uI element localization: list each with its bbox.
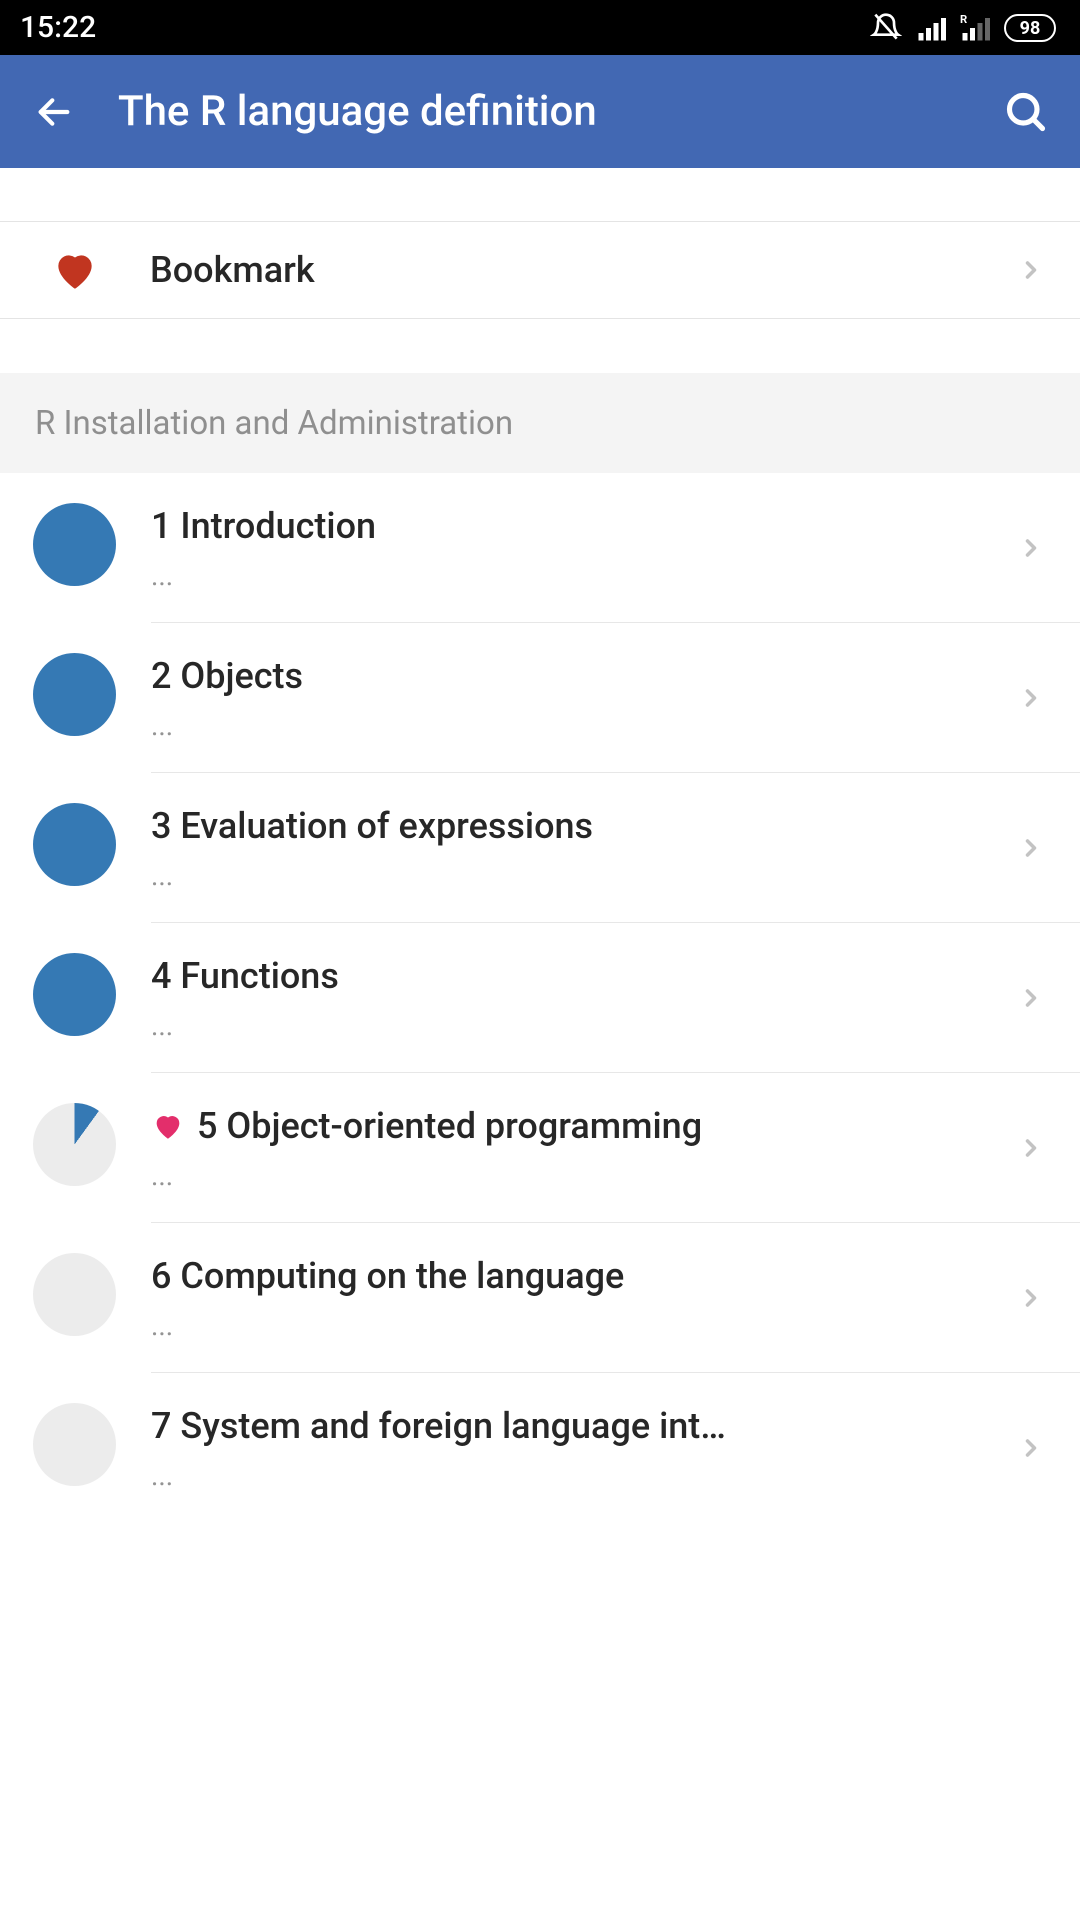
status-bar: 15:22 R 98 (0, 0, 1080, 55)
spacer-top (0, 168, 1080, 222)
list-item[interactable]: 7 System and foreign language interfa…..… (0, 1373, 1080, 1522)
list-item-inner: 2 Objects... (33, 653, 1017, 742)
list-item[interactable]: 1 Introduction... (0, 473, 1080, 622)
item-title: 1 Introduction (151, 505, 376, 547)
item-title: 4 Functions (151, 955, 339, 997)
item-subtitle: ... (151, 559, 1017, 592)
alarm-mute-icon (870, 12, 902, 44)
bookmark-label: Bookmark (150, 249, 1017, 291)
item-subtitle: ... (151, 1459, 1017, 1492)
progress-circle-icon (33, 1103, 116, 1186)
item-text: 1 Introduction... (151, 503, 1017, 592)
item-title-row: 4 Functions (151, 955, 1017, 997)
list-item-inner: 3 Evaluation of expressions... (33, 803, 1017, 892)
item-text: 2 Objects... (151, 653, 1017, 742)
list-item-inner: 1 Introduction... (33, 503, 1017, 592)
list-item-inner: 4 Functions... (33, 953, 1017, 1042)
list-item[interactable]: 2 Objects... (0, 623, 1080, 772)
item-text: 7 System and foreign language interfa…..… (151, 1403, 1017, 1492)
section-header: R Installation and Administration (0, 373, 1080, 473)
chevron-right-icon (1017, 834, 1045, 862)
back-button[interactable] (30, 88, 78, 136)
item-title-row: 2 Objects (151, 655, 1017, 697)
list-item[interactable]: 3 Evaluation of expressions... (0, 773, 1080, 922)
item-title-row: 7 System and foreign language interfa… (151, 1405, 1017, 1447)
chevron-right-icon (1017, 1284, 1045, 1312)
item-subtitle: ... (151, 709, 1017, 742)
svg-text:R: R (960, 13, 967, 26)
item-subtitle: ... (151, 859, 1017, 892)
progress-circle-icon (33, 1253, 116, 1336)
chevron-right-icon (1017, 1134, 1045, 1162)
list-item-inner: 6 Computing on the language... (33, 1253, 1017, 1342)
item-subtitle: ... (151, 1309, 1017, 1342)
search-button[interactable] (1002, 88, 1050, 136)
item-subtitle: ... (151, 1159, 1017, 1192)
heart-small-icon (151, 1109, 185, 1143)
signal-icon-2: R (960, 13, 990, 43)
item-subtitle: ... (151, 1009, 1017, 1042)
item-title: 7 System and foreign language interfa… (151, 1405, 741, 1447)
status-icons: R 98 (870, 12, 1060, 44)
item-title-row: 6 Computing on the language (151, 1255, 1017, 1297)
list-item[interactable]: 5 Object-oriented programming... (0, 1073, 1080, 1222)
item-title-row: 1 Introduction (151, 505, 1017, 547)
page-title: The R language definition (118, 87, 962, 136)
chevron-right-icon (1017, 1434, 1045, 1462)
status-time: 15:22 (20, 10, 96, 45)
list-container: 1 Introduction...2 Objects...3 Evaluatio… (0, 473, 1080, 1522)
chevron-right-icon (1017, 684, 1045, 712)
progress-circle-icon (33, 503, 116, 586)
chevron-right-icon (1017, 256, 1045, 284)
item-title-row: 3 Evaluation of expressions (151, 805, 1017, 847)
search-icon (1004, 90, 1048, 134)
item-title: 6 Computing on the language (151, 1255, 624, 1297)
item-text: 4 Functions... (151, 953, 1017, 1042)
back-arrow-icon (34, 92, 74, 132)
item-text: 5 Object-oriented programming... (151, 1103, 1017, 1192)
battery-icon: 98 (1004, 14, 1060, 42)
item-title: 3 Evaluation of expressions (151, 805, 593, 847)
progress-circle-icon (33, 953, 116, 1036)
item-title: 5 Object-oriented programming (197, 1105, 702, 1147)
list-item[interactable]: 4 Functions... (0, 923, 1080, 1072)
progress-circle-icon (33, 1403, 116, 1486)
progress-circle-icon (33, 803, 116, 886)
app-bar: The R language definition (0, 55, 1080, 168)
list-item-inner: 5 Object-oriented programming... (33, 1103, 1017, 1192)
spacer-gap (0, 319, 1080, 373)
list-item-inner: 7 System and foreign language interfa…..… (33, 1403, 1017, 1492)
content: Bookmark R Installation and Administrati… (0, 168, 1080, 1522)
signal-icon-1 (916, 13, 946, 43)
item-text: 3 Evaluation of expressions... (151, 803, 1017, 892)
bookmark-row[interactable]: Bookmark (0, 222, 1080, 319)
progress-circle-icon (33, 653, 116, 736)
svg-text:98: 98 (1020, 18, 1041, 39)
item-title-row: 5 Object-oriented programming (151, 1105, 1017, 1147)
chevron-right-icon (1017, 984, 1045, 1012)
chevron-right-icon (1017, 534, 1045, 562)
item-title: 2 Objects (151, 655, 303, 697)
heart-icon (50, 245, 100, 295)
list-item[interactable]: 6 Computing on the language... (0, 1223, 1080, 1372)
item-text: 6 Computing on the language... (151, 1253, 1017, 1342)
